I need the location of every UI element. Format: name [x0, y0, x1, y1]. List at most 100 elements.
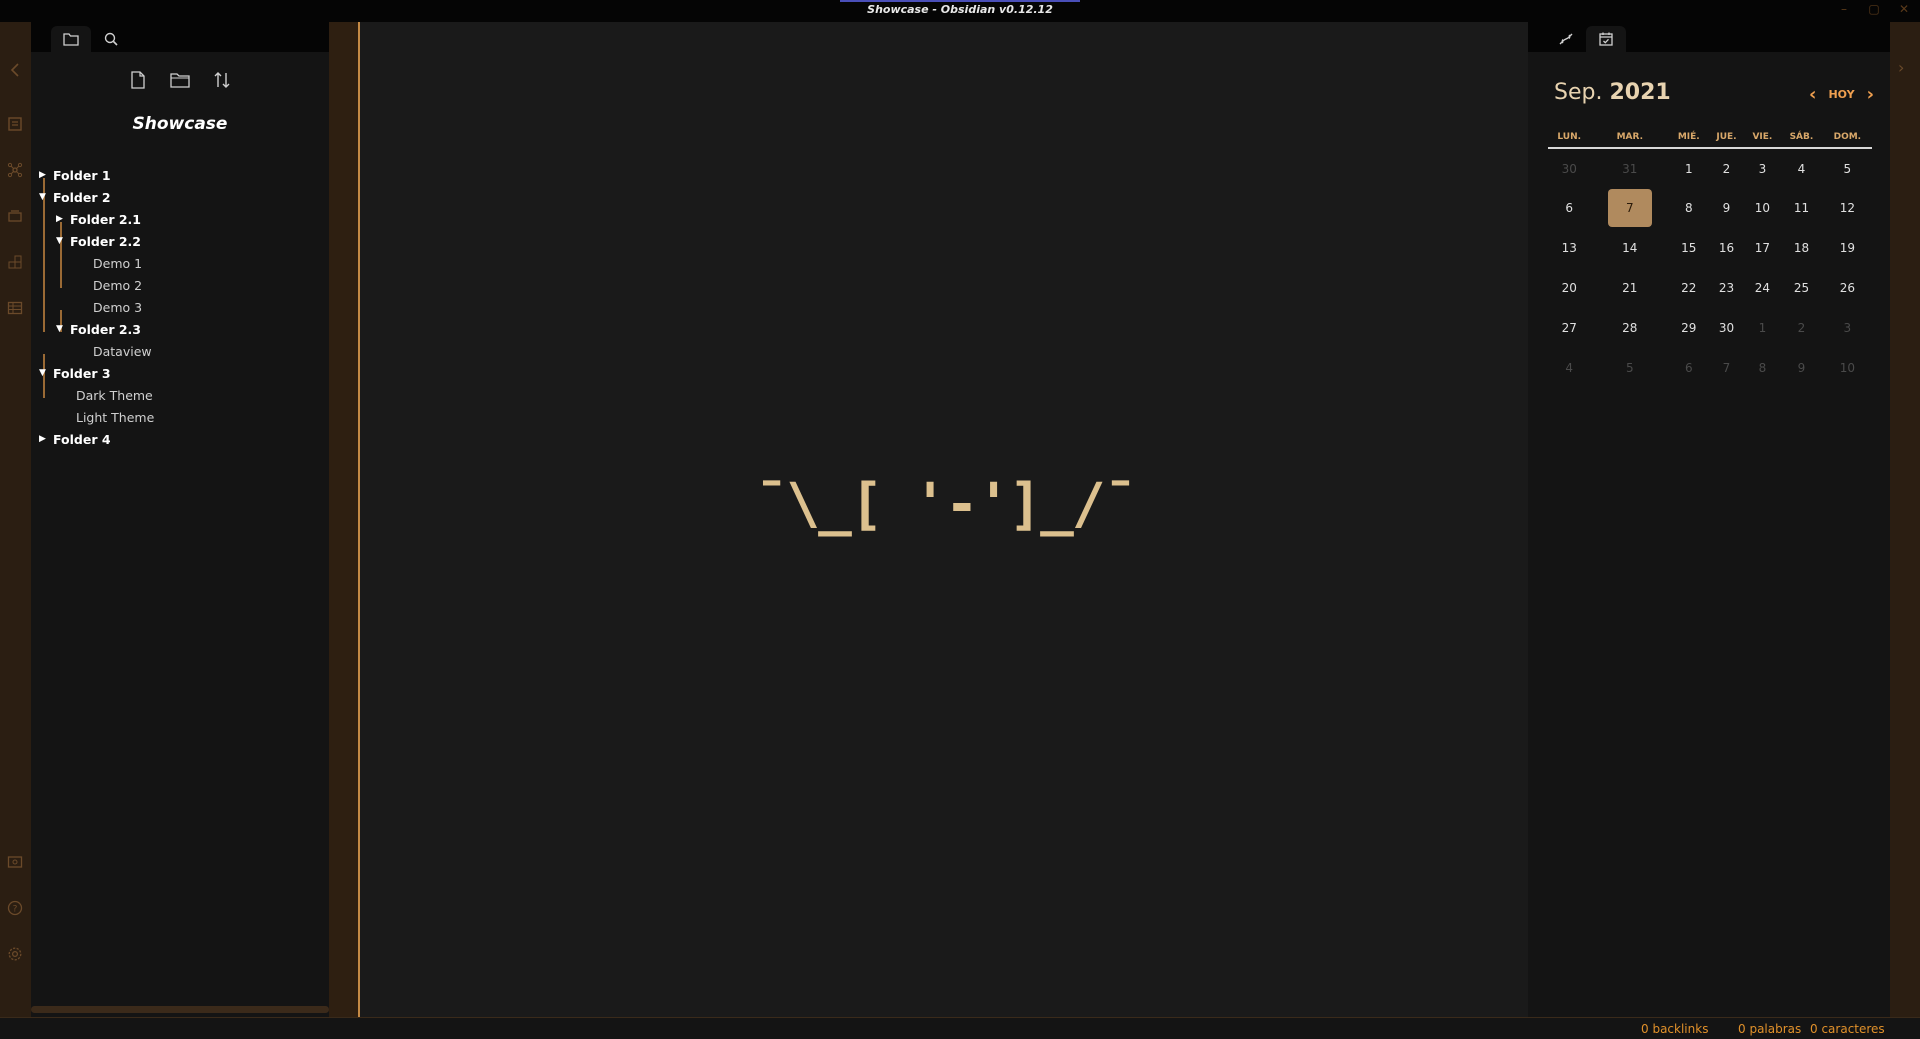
calendar-day[interactable]: 6 [1669, 348, 1708, 388]
table-icon[interactable] [5, 298, 25, 318]
tree-file[interactable]: Demo 3 [93, 296, 142, 318]
chevron-right-icon[interactable]: › [1867, 84, 1874, 105]
tree-folder[interactable]: ▼ Folder 2.3 [56, 318, 141, 340]
calendar-week: 30 31 1 2 3 4 5 [1548, 148, 1872, 188]
chevron-down-icon: ▼ [56, 236, 63, 246]
chevron-down-icon: ▼ [56, 324, 63, 334]
calendar-day[interactable]: 30 [1708, 308, 1744, 348]
explorer-tab-bar [31, 22, 329, 52]
open-today-icon[interactable] [5, 114, 25, 134]
title-bar: Showcase - Obsidian v0.12.12 – ▢ ✕ [0, 0, 1920, 22]
collapse-left-icon[interactable] [5, 60, 25, 80]
weekday-header: JUE. [1708, 126, 1745, 149]
tree-folder[interactable]: ▼ Folder 2 [39, 186, 111, 208]
calendar-day[interactable]: 9 [1780, 348, 1823, 388]
backlinks-count[interactable]: 0 backlinks [1641, 1022, 1708, 1036]
vault-name: Showcase [132, 114, 228, 134]
calendar-year: 2021 [1609, 80, 1671, 105]
editor-pane: ¯\_[ '-']_/¯ [362, 22, 1528, 1017]
calendar-day[interactable]: 9 [1708, 188, 1744, 228]
calendar-week: 4 5 6 7 8 9 10 [1548, 348, 1872, 388]
chevron-left-icon[interactable]: ‹ [1809, 84, 1816, 105]
vault-switch-icon[interactable] [5, 852, 25, 872]
calendar-day[interactable]: 3 [1745, 148, 1781, 188]
sort-icon [214, 72, 230, 88]
tree-file[interactable]: Demo 1 [93, 252, 142, 274]
calendar-day[interactable]: 8 [1669, 188, 1708, 228]
calendar-day[interactable]: 8 [1745, 348, 1781, 388]
calendar-day[interactable]: 19 [1823, 228, 1872, 268]
calendar-day[interactable]: 31 [1590, 148, 1669, 188]
tab-backlinks[interactable] [1546, 26, 1586, 52]
divider-line [358, 22, 360, 1017]
calendar-day[interactable]: 10 [1823, 348, 1872, 388]
calendar-day[interactable]: 3 [1823, 308, 1872, 348]
calendar-day[interactable]: 22 [1669, 268, 1708, 308]
panel-divider[interactable] [329, 22, 360, 1017]
tree-folder[interactable]: ▶ Folder 2.1 [56, 208, 141, 230]
calendar-day[interactable]: 7 [1708, 348, 1744, 388]
calendar-day[interactable]: 29 [1669, 308, 1708, 348]
new-folder-button[interactable] [168, 68, 192, 92]
calendar-day[interactable]: 20 [1548, 268, 1590, 308]
tab-file-explorer[interactable] [51, 26, 91, 52]
tree-folder[interactable]: ▼ Folder 2.2 [56, 230, 141, 252]
calendar-day[interactable]: 30 [1548, 148, 1590, 188]
calendar-day[interactable]: 15 [1669, 228, 1708, 268]
tree-folder[interactable]: ▶ Folder 1 [39, 164, 111, 186]
weekday-header: MAR. [1590, 126, 1670, 149]
calendar-day-today[interactable]: 7 [1590, 188, 1669, 228]
expand-right-icon[interactable]: › [1898, 58, 1904, 77]
calendar-day[interactable]: 27 [1548, 308, 1590, 348]
plugins-icon[interactable] [5, 252, 25, 272]
tree-file[interactable]: Light Theme [76, 406, 154, 428]
tree-folder[interactable]: ▼ Folder 3 [39, 362, 111, 384]
calendar-day[interactable]: 2 [1708, 148, 1744, 188]
calendar-day[interactable]: 1 [1745, 308, 1781, 348]
today-highlight: 7 [1607, 189, 1652, 227]
tab-search[interactable] [91, 26, 131, 52]
calendar-day[interactable]: 24 [1745, 268, 1781, 308]
calendar-day[interactable]: 2 [1780, 308, 1823, 348]
tab-calendar[interactable] [1586, 26, 1626, 52]
calendar-day[interactable]: 4 [1548, 348, 1590, 388]
tree-file[interactable]: Dataview [93, 340, 152, 362]
help-icon[interactable]: ? [5, 898, 25, 918]
tree-file[interactable]: Dark Theme [76, 384, 153, 406]
tree-file[interactable]: Demo 2 [93, 274, 142, 296]
calendar-nav: ‹ HOY › [1809, 84, 1874, 105]
calendar-day[interactable]: 28 [1590, 308, 1669, 348]
graph-icon[interactable] [5, 160, 25, 180]
calendar-day[interactable]: 11 [1780, 188, 1823, 228]
calendar-day[interactable]: 12 [1823, 188, 1872, 228]
calendar-day[interactable]: 4 [1780, 148, 1823, 188]
sort-button[interactable] [210, 68, 234, 92]
calendar-day[interactable]: 18 [1780, 228, 1823, 268]
char-count: 0 caracteres [1810, 1022, 1885, 1036]
maximize-icon[interactable]: ▢ [1866, 2, 1882, 16]
calendar-day[interactable]: 1 [1669, 148, 1708, 188]
calendar-day[interactable]: 17 [1745, 228, 1781, 268]
settings-icon[interactable] [5, 944, 25, 964]
calendar-day[interactable]: 14 [1590, 228, 1669, 268]
calendar-day[interactable]: 5 [1590, 348, 1669, 388]
templates-icon[interactable] [5, 206, 25, 226]
tree-folder[interactable]: ▶ Folder 4 [39, 428, 111, 450]
minimize-icon[interactable]: – [1836, 2, 1852, 16]
close-icon[interactable]: ✕ [1896, 2, 1912, 16]
calendar-day[interactable]: 25 [1780, 268, 1823, 308]
calendar-day[interactable]: 10 [1745, 188, 1781, 228]
new-note-button[interactable] [126, 68, 150, 92]
right-tab-bar [1528, 22, 1890, 52]
calendar-day[interactable]: 26 [1823, 268, 1872, 308]
weekday-header: SÁB. [1780, 126, 1823, 149]
calendar-day[interactable]: 21 [1590, 268, 1669, 308]
new-folder-icon [170, 73, 190, 88]
calendar-day[interactable]: 23 [1708, 268, 1744, 308]
horizontal-scrollbar[interactable] [31, 1006, 329, 1013]
calendar-day[interactable]: 13 [1548, 228, 1590, 268]
calendar-day[interactable]: 5 [1823, 148, 1872, 188]
calendar-day[interactable]: 6 [1548, 188, 1590, 228]
today-button[interactable]: HOY [1828, 88, 1854, 101]
calendar-day[interactable]: 16 [1708, 228, 1744, 268]
